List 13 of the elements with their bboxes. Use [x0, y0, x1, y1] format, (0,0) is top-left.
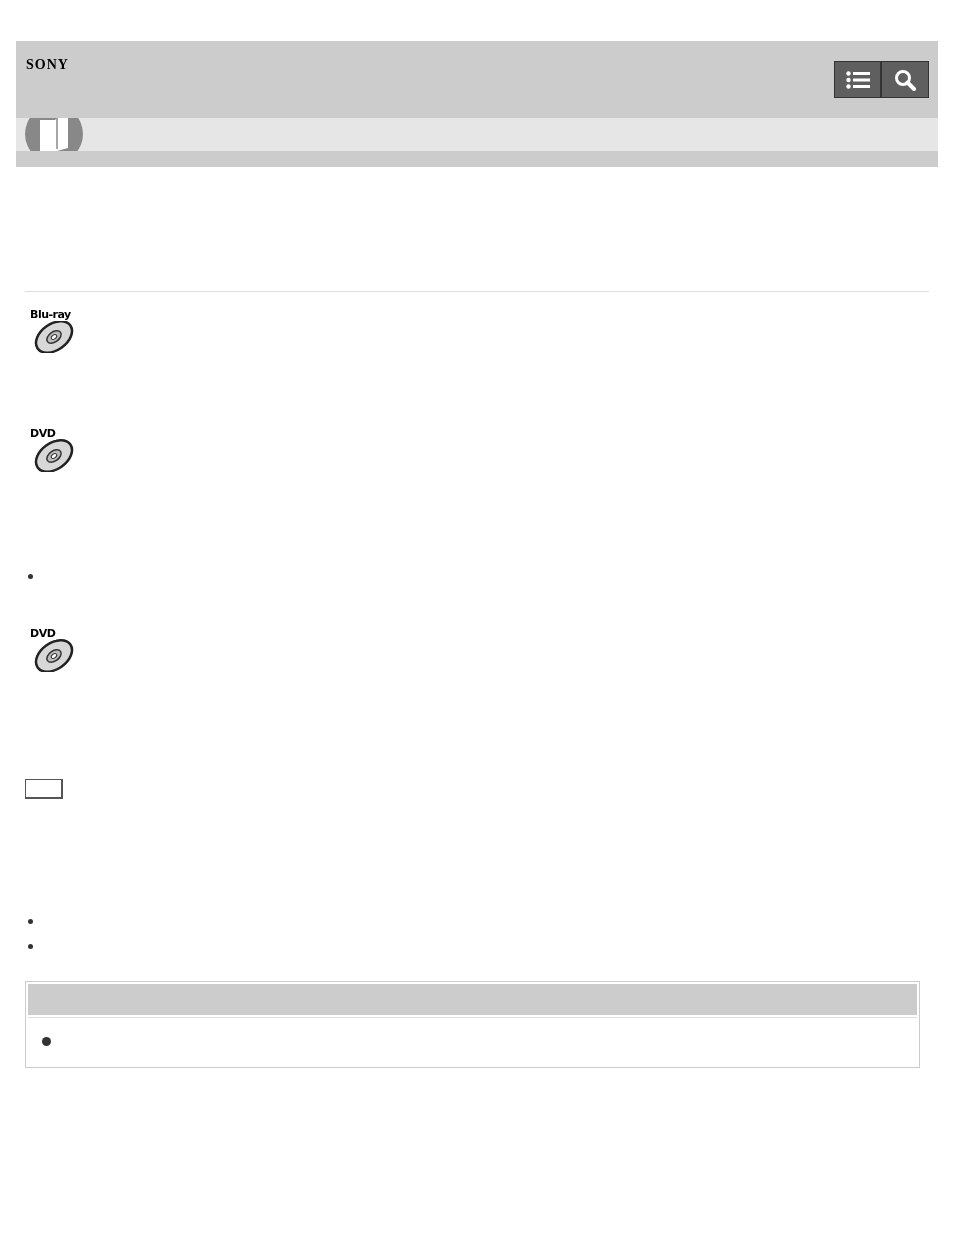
search-button[interactable] — [881, 61, 929, 98]
empty-box — [25, 779, 63, 799]
logo: SONY — [26, 56, 69, 74]
menu-button[interactable] — [834, 61, 881, 98]
bullet-icon — [28, 573, 33, 579]
disc-label: Blu-ray — [30, 309, 72, 321]
disc-label: DVD — [30, 428, 57, 440]
bullet-icon — [42, 1037, 51, 1046]
bullet-icon — [28, 918, 33, 924]
bullet-icon — [28, 943, 33, 949]
menu-icon — [845, 70, 870, 89]
search-icon — [894, 68, 916, 91]
disc-label: DVD — [30, 628, 57, 640]
